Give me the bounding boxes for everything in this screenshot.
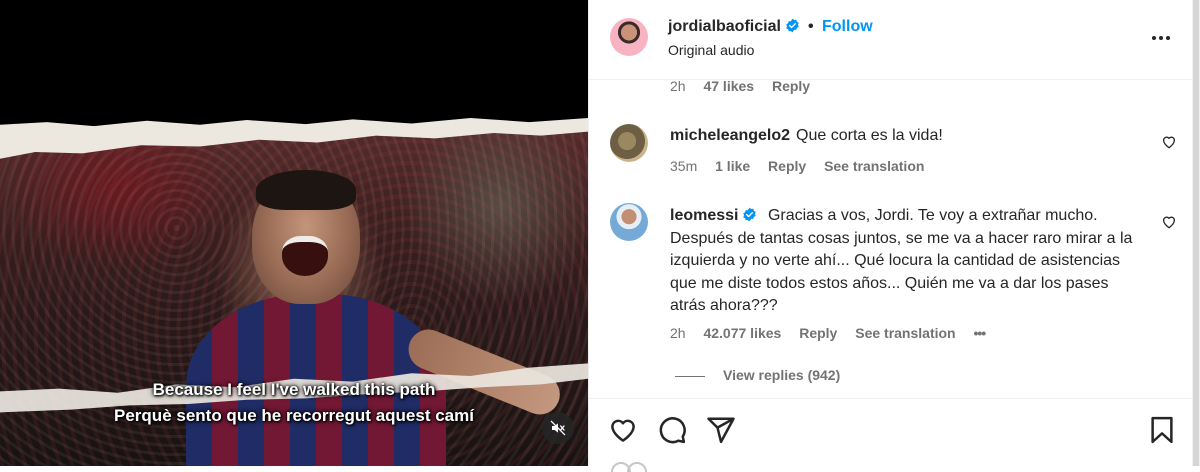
comment-text: Que corta es la vida! [796, 127, 943, 144]
comment-like-heart-icon[interactable] [1161, 134, 1177, 150]
commenter-username[interactable]: micheleangelo2 [670, 127, 790, 144]
share-icon[interactable] [706, 415, 736, 445]
post-actions-bar [589, 398, 1193, 467]
header-separator: • [808, 18, 814, 35]
likes-avatars-peek [611, 458, 671, 472]
player-hair [256, 170, 356, 210]
comment-time: 35m [670, 158, 698, 174]
video-caption-line-1: Because I feel I've walked this path [152, 380, 436, 399]
bookmark-icon[interactable] [1147, 415, 1177, 445]
commenter-avatar[interactable] [610, 124, 648, 162]
author-username[interactable]: jordialbaoficial [668, 18, 800, 36]
comment-meta: 2h 42.077 likes Reply See translation ••… [670, 325, 999, 341]
comment-reply-button[interactable]: Reply [768, 158, 806, 174]
replies-divider-line [675, 375, 705, 377]
comment-like-heart-icon[interactable] [1161, 214, 1177, 230]
verified-badge-icon [786, 18, 799, 33]
see-translation-link[interactable]: See translation [855, 325, 955, 341]
post-header: jordialbaoficial • Follow Original audio [589, 0, 1193, 80]
comments-panel: jordialbaoficial • Follow Original audio… [588, 0, 1193, 472]
comment-likes[interactable]: 42.077 likes [703, 325, 781, 341]
heart-icon[interactable] [608, 415, 638, 445]
view-replies-label[interactable]: View replies (942) [723, 367, 840, 383]
scrollbar-thumb[interactable] [1193, 0, 1199, 466]
prev-comment-reply-button[interactable]: Reply [772, 78, 810, 94]
post-media[interactable]: Because I feel I've walked this path Per… [0, 0, 588, 466]
commenter-username-text[interactable]: leomessi [670, 207, 738, 224]
commenter-avatar[interactable] [610, 203, 648, 241]
comment-reply-button[interactable]: Reply [799, 325, 837, 341]
verified-badge-icon [743, 207, 757, 222]
see-translation-link[interactable]: See translation [824, 158, 924, 174]
prev-comment-likes[interactable]: 47 likes [703, 78, 754, 94]
comment-body: micheleangelo2 Que corta es la vida! [670, 125, 1140, 148]
author-avatar[interactable] [610, 18, 648, 56]
commenter-username[interactable]: leomessi [670, 207, 757, 224]
prev-comment-time: 2h [670, 78, 686, 94]
view-replies-button[interactable]: View replies (942) [675, 367, 840, 383]
comment-meta: 35m 1 like Reply See translation [670, 158, 938, 174]
comment-time: 2h [670, 325, 686, 341]
video-caption-line-2: Perquè sento que he recorregut aquest ca… [114, 406, 474, 425]
player-mouth [282, 236, 328, 276]
comment-options-button[interactable]: ••• [974, 325, 987, 341]
liker-avatars-icon [611, 462, 647, 472]
follow-button[interactable]: Follow [822, 18, 873, 36]
speaker-muted-icon [550, 420, 566, 436]
comment-icon[interactable] [657, 415, 687, 445]
author-username-text[interactable]: jordialbaoficial [668, 18, 781, 35]
comment-likes[interactable]: 1 like [715, 158, 750, 174]
more-horizontal-icon[interactable] [1149, 26, 1173, 50]
prev-comment-meta: 2h 47 likes Reply [670, 78, 824, 94]
comment-body: leomessi Gracias a vos, Jordi. Te voy a … [670, 205, 1140, 318]
mute-button[interactable] [542, 412, 574, 444]
audio-label[interactable]: Original audio [668, 42, 754, 58]
